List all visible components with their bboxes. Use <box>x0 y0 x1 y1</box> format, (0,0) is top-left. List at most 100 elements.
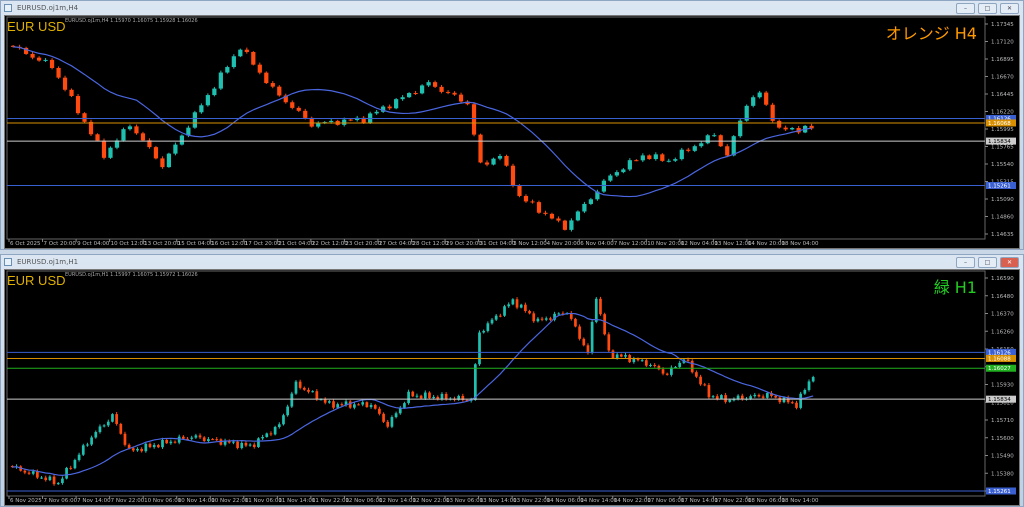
bear-candle <box>556 218 561 221</box>
price-axis-label: 1.16370 <box>991 312 1014 318</box>
bull-candle <box>811 377 815 382</box>
bear-candle <box>27 472 31 474</box>
bear-candle <box>549 213 555 219</box>
bull-candle <box>327 401 331 403</box>
close-button[interactable]: ✕ <box>1000 257 1019 268</box>
bear-candle <box>428 392 431 399</box>
bull-candle <box>205 95 210 106</box>
bull-candle <box>640 155 645 161</box>
bear-candle <box>36 471 39 478</box>
bull-candle <box>491 158 496 165</box>
bull-candle <box>294 381 298 394</box>
price-line-label: 1.15261 <box>988 183 1011 189</box>
bull-candle <box>56 483 60 485</box>
time-axis-label: 31 Oct 04:00 <box>480 241 516 247</box>
price-line-label: 1.15834 <box>988 397 1011 403</box>
bull-candle <box>415 395 419 397</box>
bear-candle <box>365 402 369 408</box>
bear-candle <box>458 94 464 102</box>
time-axis-label: 11 Nov 14:00 <box>278 498 316 504</box>
time-axis-label: 10 Nov 06:00 <box>144 498 182 504</box>
bear-candle <box>603 314 606 335</box>
bear-candle <box>532 313 536 322</box>
bear-candle <box>504 156 509 166</box>
bear-candle <box>444 393 448 400</box>
maximize-button[interactable]: □ <box>978 257 997 268</box>
time-axis-label: 23 Oct 20:00 <box>345 241 381 247</box>
bull-candle <box>782 397 786 403</box>
bull-candle <box>557 313 561 315</box>
bear-candle <box>536 202 542 213</box>
bear-candle <box>302 387 306 390</box>
bull-candle <box>31 471 35 474</box>
bear-candle <box>82 113 87 122</box>
bull-candle <box>212 88 217 96</box>
bull-candle <box>711 396 715 398</box>
bull-candle <box>519 304 523 308</box>
bear-candle <box>30 53 35 58</box>
bear-candle <box>517 185 522 196</box>
minimize-button[interactable]: – <box>956 3 975 14</box>
bull-candle <box>73 460 77 469</box>
price-axis-label: 1.17345 <box>991 22 1014 28</box>
bull-candle <box>290 393 294 407</box>
time-axis-label: 6 Oct 2025 <box>10 241 41 247</box>
time-axis-label: 14 Nov 14:00 <box>580 498 618 504</box>
bear-candle <box>309 117 314 127</box>
bull-candle <box>61 478 64 484</box>
bear-candle <box>653 365 657 367</box>
price-line-label: 1.16088 <box>988 356 1011 362</box>
bull-candle <box>152 445 156 448</box>
bull-candle <box>575 211 581 221</box>
h4-title-bar[interactable]: EURUSD.oj1m,H4 – □ ✕ <box>1 1 1023 15</box>
h4-chart-area[interactable]: 1.17345 1.17120 1.16895 1.16670 1.16445 1.162… <box>4 15 1020 249</box>
bull-candle <box>627 160 632 170</box>
bear-candle <box>510 165 516 186</box>
ohlc-readout: EURUSD.oj1m,H4 1.15970 1.16075 1.15928 1… <box>65 18 198 24</box>
maximize-button[interactable]: □ <box>978 3 997 14</box>
bull-candle <box>588 199 594 204</box>
h1-chart-area[interactable]: 1.165901.164801.163701.162601.161501.160… <box>4 269 1020 506</box>
bear-candle <box>123 433 127 445</box>
bull-candle <box>699 143 704 147</box>
bear-candle <box>523 195 529 202</box>
symbol-label: EUR USD <box>7 19 66 34</box>
time-axis-label: 13 Oct 20:00 <box>144 241 180 247</box>
bear-candle <box>634 160 639 162</box>
price-axis-label: 1.15490 <box>991 454 1014 460</box>
symbol-label: EUR USD <box>7 273 66 288</box>
bear-candle <box>607 334 611 351</box>
bull-candle <box>640 360 644 362</box>
bull-candle <box>81 445 85 455</box>
bear-candle <box>528 311 531 314</box>
bull-candle <box>179 135 185 145</box>
bear-candle <box>148 443 152 448</box>
bear-candle <box>795 402 798 408</box>
close-button[interactable]: ✕ <box>1000 3 1019 14</box>
time-axis-label: 9 Oct 04:00 <box>77 241 110 247</box>
bear-candle <box>665 373 669 375</box>
timeframe-label: 緑 H1 <box>933 278 977 297</box>
bull-candle <box>390 417 394 427</box>
bull-candle <box>426 82 431 86</box>
bear-candle <box>69 467 73 469</box>
bull-candle <box>673 159 678 161</box>
bull-candle <box>407 93 412 98</box>
bull-candle <box>316 123 321 127</box>
price-axis-label: 1.15765 <box>991 145 1014 151</box>
bull-candle <box>106 421 110 426</box>
bear-candle <box>257 64 262 73</box>
bull-candle <box>238 49 243 57</box>
price-line-label: 1.16027 <box>988 366 1011 372</box>
bear-candle <box>378 408 381 414</box>
chart-window-icon <box>4 258 12 266</box>
time-axis-label: 28 Oct 12:00 <box>413 241 449 247</box>
price-line-label: 1.15261 <box>988 489 1011 495</box>
price-axis-label: 1.16220 <box>991 110 1014 116</box>
h1-title-bar[interactable]: EURUSD.oj1m,H1 – □ ✕ <box>1 255 1023 269</box>
bear-candle <box>515 299 519 308</box>
bear-candle <box>382 413 385 422</box>
minimize-button[interactable]: – <box>956 257 975 268</box>
bull-candle <box>192 112 197 128</box>
plot-frame <box>6 270 986 497</box>
